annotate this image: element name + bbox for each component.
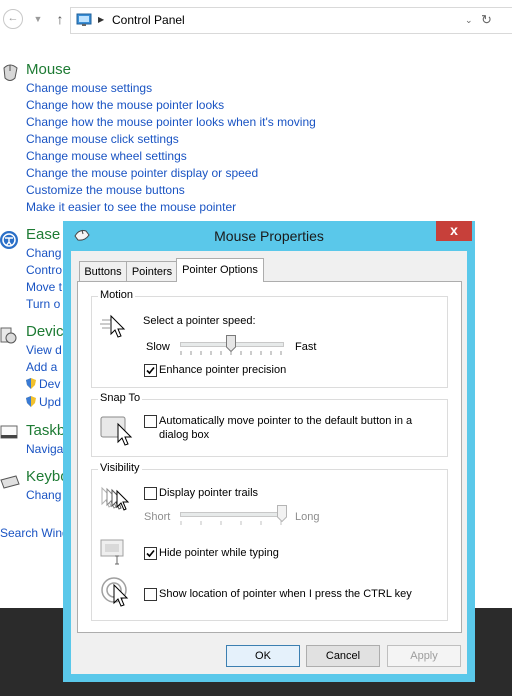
snap-to-group: Snap To Automatically move pointer to th… (91, 392, 448, 457)
dialog-titlebar[interactable]: Mouse Properties x (63, 221, 475, 251)
link-devices-4-label: Upd (39, 395, 62, 409)
motion-group: Motion Select a pointer speed: Slow Fast (91, 289, 448, 388)
short-label: Short (144, 511, 171, 523)
devices-icon (0, 327, 17, 344)
checkmark-icon (146, 549, 155, 558)
snap-to-group-label: Snap To (98, 392, 143, 404)
navigation-bar: ← ▼ ↑ ▶ Control Panel ⌄ ↻ (0, 0, 512, 40)
category-title-devices[interactable]: Devic (26, 323, 64, 340)
apply-button[interactable]: Apply (387, 645, 461, 667)
back-button[interactable]: ← (3, 9, 23, 29)
motion-group-label: Motion (98, 289, 136, 301)
show-location-checkbox[interactable] (144, 588, 157, 601)
enhance-precision-label[interactable]: Enhance pointer precision (159, 364, 286, 376)
pointer-options-panel: Motion Select a pointer speed: Slow Fast (77, 281, 462, 633)
control-panel-icon (76, 13, 92, 26)
snap-to-label-line1[interactable]: Automatically move pointer to the defaul… (159, 415, 412, 427)
link-devices-1[interactable]: View d (26, 343, 62, 357)
tab-pointer-options[interactable]: Pointer Options (176, 258, 264, 282)
category-title-ease-of-access[interactable]: Ease (26, 226, 60, 243)
pointer-speed-icon (100, 314, 126, 338)
cancel-button[interactable]: Cancel (306, 645, 380, 667)
slow-label: Slow (146, 341, 170, 353)
hide-pointer-label[interactable]: Hide pointer while typing (159, 547, 279, 559)
pointer-speed-slider[interactable] (226, 335, 236, 352)
mouse-properties-dialog: Mouse Properties x Buttons Pointers Poin… (63, 221, 475, 682)
trail-length-ticks (180, 521, 282, 525)
link-pointer-looks[interactable]: Change how the mouse pointer looks (26, 98, 224, 112)
link-change-mouse-settings[interactable]: Change mouse settings (26, 81, 152, 95)
link-ease-1[interactable]: Chang (26, 246, 61, 260)
category-title-taskbar[interactable]: Taskb (26, 422, 65, 439)
trail-length-slider[interactable] (277, 505, 287, 522)
link-customize-buttons[interactable]: Customize the mouse buttons (26, 183, 185, 197)
link-click-settings[interactable]: Change mouse click settings (26, 132, 179, 146)
ok-button[interactable]: OK (226, 645, 300, 667)
keyboard-icon (0, 475, 20, 489)
link-ease-2[interactable]: Contro (26, 263, 62, 277)
visibility-group: Visibility Display pointer trails Short (91, 462, 448, 621)
close-button[interactable]: x (436, 221, 472, 241)
link-taskbar-1[interactable]: Naviga (26, 442, 63, 456)
address-dropdown-icon[interactable]: ⌄ (465, 13, 473, 27)
dialog-body: Buttons Pointers Pointer Options Motion … (71, 251, 467, 674)
pointer-trails-label[interactable]: Display pointer trails (159, 487, 258, 499)
link-devices-3-label: Dev (39, 377, 61, 391)
snap-to-label-line2[interactable]: dialog box (159, 429, 209, 441)
link-ease-3[interactable]: Move t (26, 280, 62, 294)
link-ease-4[interactable]: Turn o (26, 297, 60, 311)
link-pointer-display-speed[interactable]: Change the mouse pointer display or spee… (26, 166, 258, 180)
breadcrumb-chevron-icon[interactable]: ▶ (98, 13, 104, 27)
link-devices-4[interactable]: Upd (26, 395, 61, 409)
snap-to-icon (100, 416, 133, 446)
up-button[interactable]: ↑ (52, 10, 68, 28)
pointer-location-icon (101, 577, 129, 607)
search-windows-link[interactable]: Search Wind (0, 526, 69, 540)
fast-label: Fast (295, 341, 317, 353)
show-location-label[interactable]: Show location of pointer when I press th… (159, 588, 412, 600)
shield-icon (26, 378, 36, 389)
mouse-icon (3, 64, 18, 81)
link-pointer-looks-moving[interactable]: Change how the mouse pointer looks when … (26, 115, 316, 129)
hide-pointer-icon (100, 539, 124, 565)
category-title-mouse[interactable]: Mouse (26, 61, 71, 78)
shield-icon (26, 396, 36, 407)
pointer-trails-checkbox[interactable] (144, 487, 157, 500)
refresh-icon[interactable]: ↻ (481, 12, 492, 28)
taskbar-icon (0, 425, 18, 439)
pointer-trails-icon (101, 486, 130, 511)
link-easier-to-see-pointer[interactable]: Make it easier to see the mouse pointer (26, 200, 236, 214)
link-wheel-settings[interactable]: Change mouse wheel settings (26, 149, 187, 163)
link-devices-3[interactable]: Dev (26, 377, 60, 391)
pointer-speed-label: Select a pointer speed: (143, 315, 256, 327)
ease-of-access-icon (0, 231, 18, 249)
visibility-group-label: Visibility (98, 462, 142, 474)
dialog-title: Mouse Properties (214, 228, 324, 244)
snap-to-checkbox[interactable] (144, 415, 157, 428)
address-bar[interactable]: ▶ Control Panel ⌄ ↻ (70, 7, 512, 34)
trail-length-track (180, 512, 284, 517)
tab-pointers[interactable]: Pointers (126, 261, 178, 282)
long-label: Long (295, 511, 320, 523)
link-devices-2[interactable]: Add a (26, 360, 57, 374)
hide-pointer-checkbox[interactable] (144, 547, 157, 560)
checkmark-icon (146, 366, 155, 375)
link-keyboard-1[interactable]: Chang (26, 488, 61, 502)
tab-buttons[interactable]: Buttons (79, 261, 127, 282)
enhance-precision-checkbox[interactable] (144, 364, 157, 377)
recent-locations-chevron-icon[interactable]: ▼ (30, 10, 46, 28)
breadcrumb[interactable]: Control Panel (112, 13, 185, 27)
